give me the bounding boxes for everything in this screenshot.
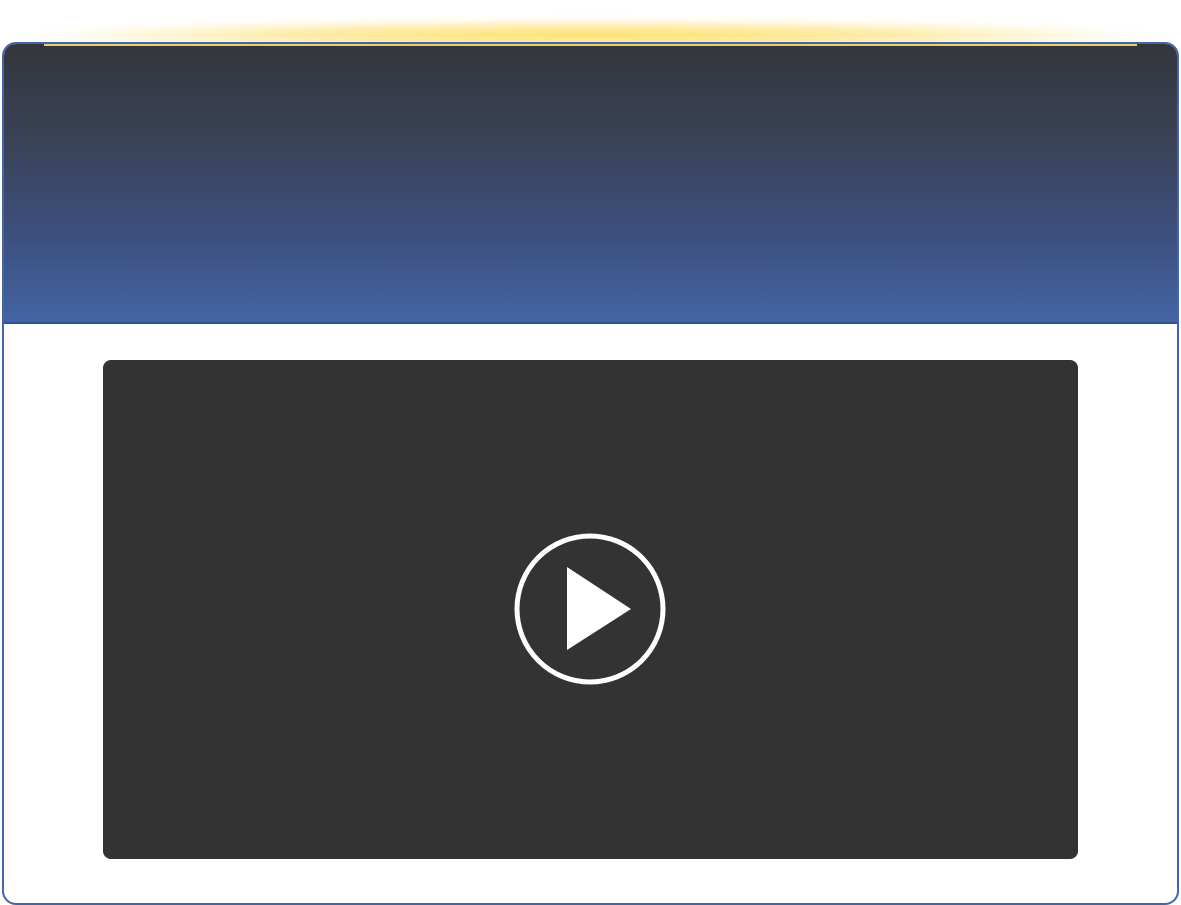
video-player[interactable]: [103, 360, 1078, 859]
header-highlight-line: [44, 44, 1137, 46]
play-circle-icon[interactable]: [513, 532, 667, 686]
video-card: [2, 42, 1179, 905]
card-header-banner: [4, 44, 1177, 324]
